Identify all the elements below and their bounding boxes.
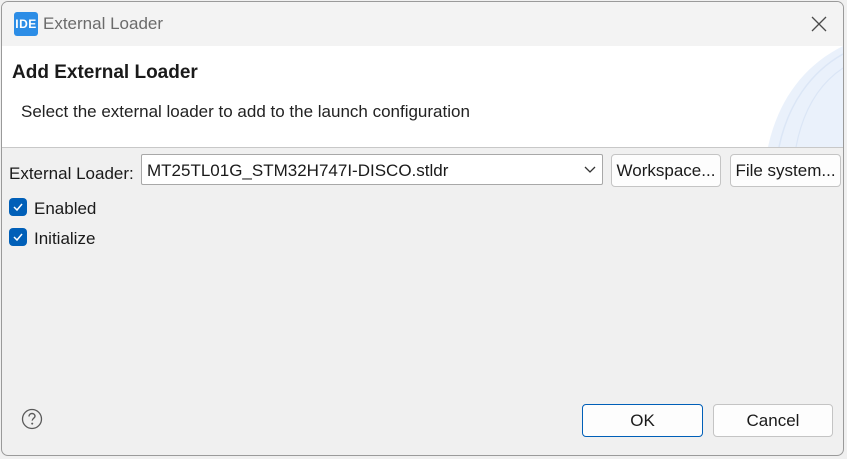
help-icon (21, 408, 43, 430)
external-loader-combo[interactable]: MT25TL01G_STM32H747I-DISCO.stldr (141, 154, 603, 185)
enabled-label: Enabled (34, 199, 97, 218)
checkmark-icon (13, 203, 23, 212)
checkmark-icon (13, 233, 23, 242)
chevron-down-icon (584, 166, 596, 173)
header-description: Select the external loader to add to the… (21, 102, 470, 121)
initialize-label: Initialize (34, 229, 96, 248)
close-button[interactable] (803, 8, 835, 40)
initialize-checkbox[interactable] (9, 228, 27, 246)
header-title: Add External Loader (12, 62, 198, 83)
banner-graphic (768, 46, 843, 147)
ok-button[interactable]: OK (582, 404, 703, 437)
enabled-checkbox[interactable] (9, 198, 27, 216)
window-title: External Loader (43, 14, 164, 33)
dialog-header: Add External Loader Select the external … (2, 46, 843, 148)
app-icon: IDE (14, 12, 38, 36)
file-system-button[interactable]: File system... (730, 154, 841, 187)
help-button[interactable] (21, 408, 43, 430)
external-loader-label: External Loader: (9, 164, 134, 183)
loader-row: External Loader: MT25TL01G_STM32H747I-DI… (2, 154, 843, 188)
title-bar: IDE External Loader (2, 2, 843, 46)
cancel-button[interactable]: Cancel (713, 404, 833, 437)
external-loader-value: MT25TL01G_STM32H747I-DISCO.stldr (147, 161, 449, 180)
workspace-button[interactable]: Workspace... (611, 154, 721, 187)
close-icon (811, 16, 827, 32)
external-loader-dialog: IDE External Loader Add External Loader … (1, 1, 844, 456)
